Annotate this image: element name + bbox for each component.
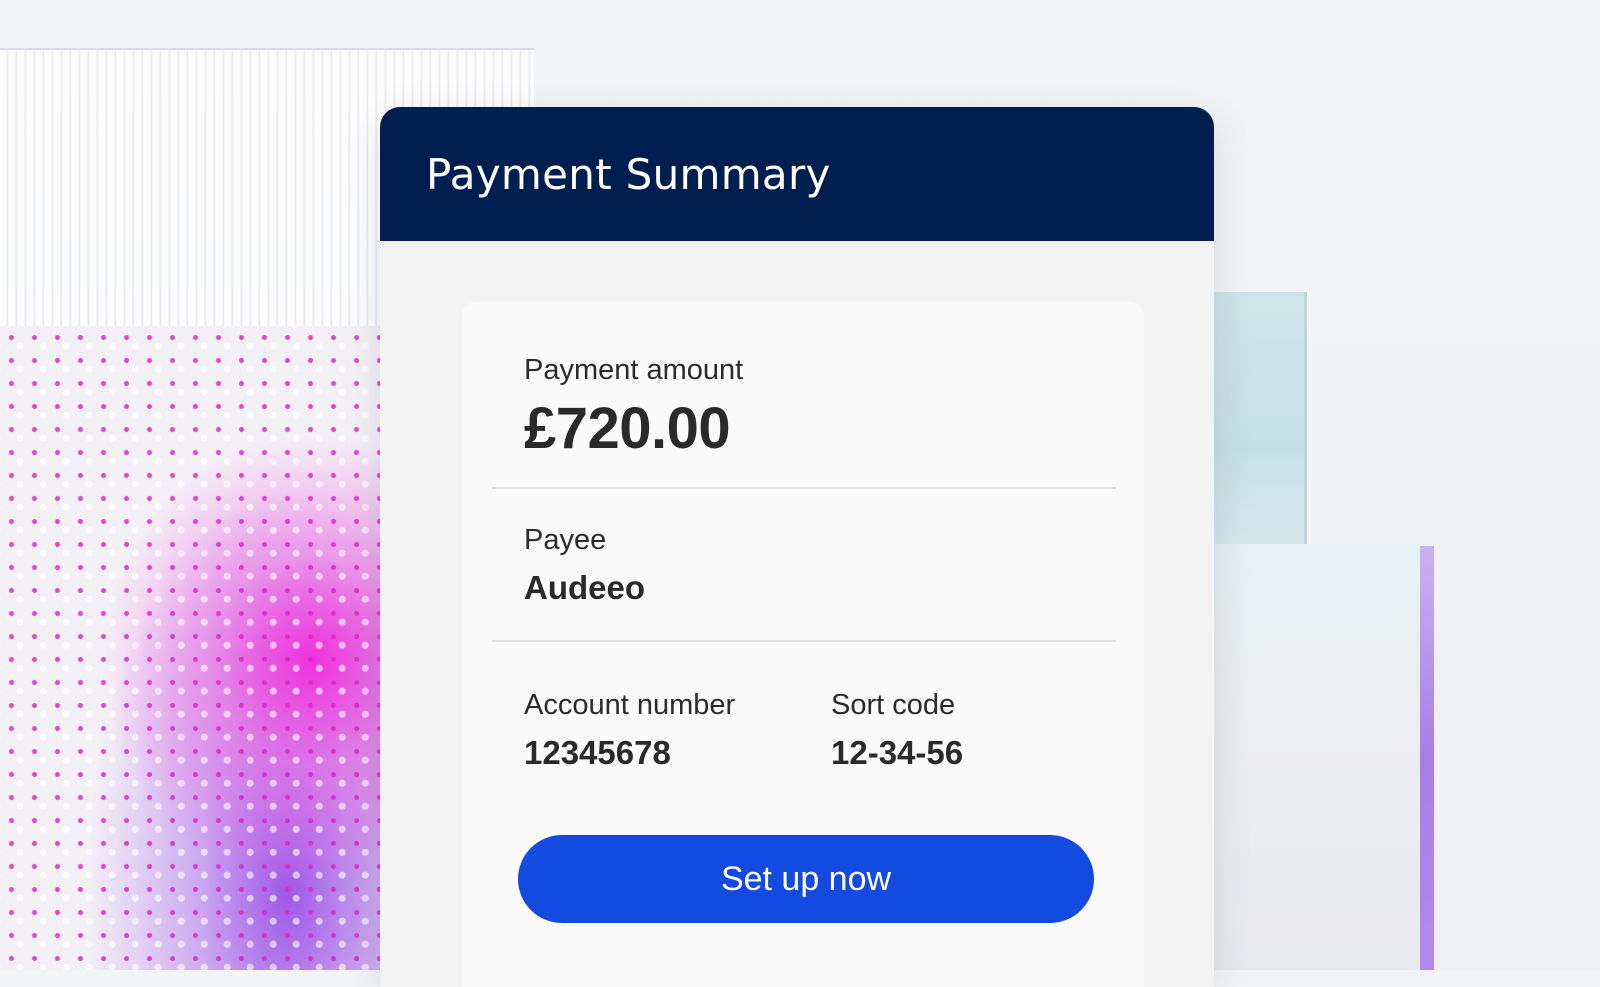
background-purple-edge — [1420, 546, 1434, 970]
payee-section: Payee Audeeo — [524, 524, 1148, 607]
set-up-now-button[interactable]: Set up now — [518, 835, 1094, 923]
payment-amount-value: £720.00 — [524, 396, 731, 461]
payee-value: Audeeo — [524, 569, 646, 606]
payment-amount-label: Payment amount — [524, 354, 744, 386]
card-header: Payment Summary — [380, 107, 1214, 241]
sort-code-section: Sort code 12-34-56 — [831, 689, 1111, 772]
account-number-value: 12345678 — [524, 734, 671, 771]
divider — [492, 487, 1116, 489]
sort-code-label: Sort code — [831, 689, 956, 721]
divider — [492, 640, 1116, 642]
payment-summary-card: Payment Summary Payment amount £720.00 P… — [380, 107, 1214, 987]
payee-label: Payee — [524, 524, 607, 556]
sort-code-value: 12-34-56 — [831, 734, 964, 771]
payment-amount-section: Payment amount £720.00 — [524, 354, 1148, 462]
background-dot-pattern — [0, 326, 400, 970]
card-title: Payment Summary — [426, 149, 831, 199]
account-number-label: Account number — [524, 689, 736, 721]
account-number-section: Account number 12345678 — [524, 689, 824, 772]
payment-details-panel: Payment amount £720.00 Payee Audeeo Acco… — [462, 302, 1144, 987]
background-glass-block — [1180, 544, 1434, 970]
